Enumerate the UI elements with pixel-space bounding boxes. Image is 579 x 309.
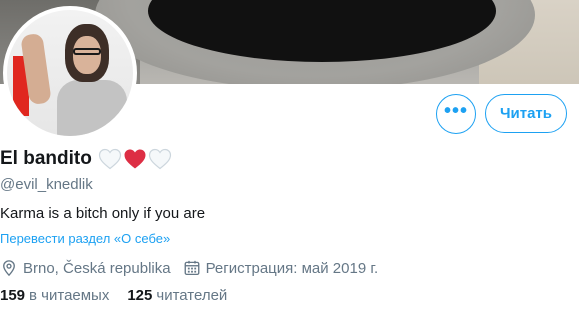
following-label: в читаемых xyxy=(29,287,110,304)
location-pin-icon xyxy=(3,260,15,277)
join-date-text: Регистрация: май 2019 г. xyxy=(205,259,379,277)
profile-join-date: Регистрация: май 2019 г. xyxy=(183,259,379,277)
name-emoji xyxy=(98,148,172,170)
followers-label: читателей xyxy=(156,287,228,304)
translate-bio-link[interactable]: Перевести раздел «О себе» xyxy=(0,231,170,246)
red-heart-icon xyxy=(124,149,146,169)
profile-handle: @evil_knedlik xyxy=(0,176,93,193)
followers-link[interactable]: 125 читателей xyxy=(127,287,227,304)
avatar-glasses xyxy=(73,48,101,55)
profile-location: Brno, Česká republika xyxy=(0,259,171,277)
avatar-face xyxy=(73,36,101,74)
calendar-icon xyxy=(184,260,200,276)
profile-name: El bandito xyxy=(0,148,92,169)
profile-name-row: El bandito xyxy=(0,146,172,172)
profile-stats: 159 в читаемых 125 читателей xyxy=(0,287,227,304)
following-link[interactable]: 159 в читаемых xyxy=(0,287,109,304)
profile-bio: Karma is a bitch only if you are xyxy=(0,205,206,222)
avatar[interactable] xyxy=(3,6,137,140)
follow-button-label: Читать xyxy=(499,105,553,122)
followers-count: 125 xyxy=(127,287,153,304)
location-text: Brno, Česká republika xyxy=(23,259,171,277)
white-heart-icon xyxy=(98,148,121,170)
white-heart-icon xyxy=(148,148,171,170)
avatar-shirt xyxy=(57,80,127,136)
following-count: 159 xyxy=(0,287,26,304)
more-dots-icon: ••• xyxy=(443,100,468,122)
follow-button[interactable]: Читать xyxy=(485,94,567,133)
profile-meta: Brno, Česká republika Регистрация: май 2… xyxy=(0,257,378,279)
more-options-button[interactable]: ••• xyxy=(436,94,476,134)
